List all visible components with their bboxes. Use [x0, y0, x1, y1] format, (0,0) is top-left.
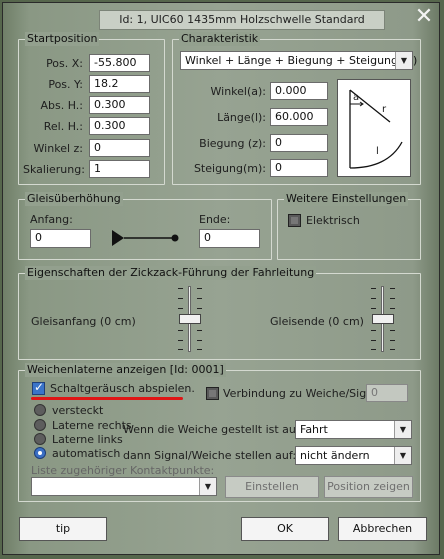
pos-y-input[interactable]: 18.2	[89, 75, 150, 93]
abs-h-label: Abs. H.:	[40, 99, 83, 112]
radio-laterne-rechts-label: Laterne rechts	[52, 419, 132, 432]
red-underline	[31, 397, 183, 400]
skalierung-input[interactable]: 1	[89, 160, 150, 178]
pos-x-input[interactable]: -55.800	[89, 54, 150, 72]
geometry-diagram: a r l	[337, 79, 411, 177]
abbrechen-button[interactable]: Abbrechen	[338, 517, 427, 541]
dialog-window: Id: 1, UIC60 1435mm Holzschwelle Standar…	[2, 2, 440, 555]
dann-label: dann Signal/Weiche stellen auf:	[123, 449, 297, 462]
tip-button[interactable]: tip	[19, 517, 107, 541]
ok-button[interactable]: OK	[241, 517, 329, 541]
dann-select-value: nicht ändern	[300, 449, 370, 462]
gleisanfang-label: Gleisanfang (0 cm)	[31, 315, 136, 328]
verbindung-label: Verbindung zu Weiche/Signal	[223, 387, 383, 400]
curve-diagram-icon	[349, 89, 403, 169]
startposition-title: Startposition	[25, 32, 100, 46]
biegung-label: Biegung (z):	[199, 137, 266, 150]
ende-input[interactable]: 0	[199, 229, 260, 248]
gleis-title: Gleisüberhöhung	[25, 192, 123, 206]
kontakt-label: Liste zugehöriger Kontaktpunkte:	[31, 464, 215, 477]
gleisanfang-slider-thumb[interactable]	[179, 314, 201, 324]
charakteristik-select[interactable]: Winkel + Länge + Biegung + Steigung(m) ▼	[180, 51, 417, 70]
gleisende-slider[interactable]	[368, 286, 398, 352]
steigung-input[interactable]: 0	[270, 159, 328, 177]
radio-laterne-links[interactable]	[34, 433, 46, 445]
laenge-input[interactable]: 60.000	[270, 108, 328, 126]
radio-versteckt-label: versteckt	[52, 404, 104, 417]
radio-automatisch[interactable]	[34, 447, 46, 459]
diagram-label-l: l	[376, 146, 379, 157]
gleisanfang-slider[interactable]	[175, 286, 205, 352]
gleisende-label: Gleisende (0 cm)	[270, 315, 364, 328]
wenn-label: Wenn die Weiche gestellt ist auf:	[123, 423, 304, 436]
wenn-select-value: Fahrt	[300, 423, 328, 436]
window-title: Id: 1, UIC60 1435mm Holzschwelle Standar…	[99, 10, 385, 30]
biegung-input[interactable]: 0	[270, 134, 328, 152]
diagram-label-a: a	[353, 92, 360, 103]
close-icon[interactable]: ✕	[413, 6, 435, 29]
winkel-a-input[interactable]: 0.000	[270, 82, 328, 100]
winkel-z-label: Winkel z:	[33, 142, 83, 155]
rel-h-input[interactable]: 0.300	[89, 117, 150, 135]
charakteristik-value: Winkel + Länge + Biegung + Steigung(m)	[185, 54, 418, 67]
weitere-group: Weitere Einstellungen	[277, 192, 421, 260]
winkel-a-label: Winkel(a):	[210, 85, 267, 98]
chevron-down-icon[interactable]: ▼	[394, 421, 411, 438]
elektrisch-checkbox[interactable]	[288, 214, 301, 227]
kontakt-select[interactable]: ▼	[31, 477, 217, 496]
abs-h-input[interactable]: 0.300	[89, 96, 150, 114]
chevron-down-icon[interactable]: ▼	[394, 447, 411, 464]
rel-h-label: Rel. H.:	[43, 120, 83, 133]
ende-label: Ende:	[199, 213, 231, 226]
anfang-label: Anfang:	[30, 213, 73, 226]
radio-versteckt[interactable]	[34, 404, 46, 416]
weitere-title: Weitere Einstellungen	[284, 192, 409, 206]
radio-laterne-links-label: Laterne links	[52, 433, 123, 446]
einstellen-button[interactable]: Einstellen	[225, 476, 319, 498]
dann-select[interactable]: nicht ändern ▼	[295, 446, 412, 465]
anfang-input[interactable]: 0	[30, 229, 91, 248]
diagram-label-r: r	[382, 104, 387, 115]
chevron-down-icon[interactable]: ▼	[395, 52, 412, 69]
schalt-label[interactable]: Schaltgeräusch abspielen.	[50, 382, 195, 395]
schalt-checkbox[interactable]	[32, 380, 45, 395]
zickzack-title: Eigenschaften der Zickzack-Führung der F…	[25, 266, 317, 280]
winkel-z-input[interactable]: 0	[89, 139, 150, 157]
pos-x-label: Pos. X:	[46, 57, 83, 70]
verbindung-input[interactable]: 0	[366, 384, 408, 402]
ueberhoehung-icon	[110, 229, 182, 247]
pos-y-label: Pos. Y:	[48, 78, 83, 91]
gleisende-slider-thumb[interactable]	[372, 314, 394, 324]
chevron-down-icon[interactable]: ▼	[199, 478, 216, 495]
weichen-title: Weichenlaterne anzeigen [Id: 0001]	[25, 363, 226, 377]
skalierung-label: Skalierung:	[23, 163, 85, 176]
laenge-label: Länge(l):	[217, 111, 266, 124]
elektrisch-label: Elektrisch	[306, 214, 360, 227]
steigung-label: Steigung(m):	[193, 162, 266, 175]
radio-automatisch-label: automatisch	[52, 447, 121, 460]
radio-laterne-rechts[interactable]	[34, 419, 46, 431]
verbindung-checkbox[interactable]	[206, 387, 219, 400]
wenn-select[interactable]: Fahrt ▼	[295, 420, 412, 439]
position-zeigen-button[interactable]: Position zeigen	[324, 476, 413, 498]
charakteristik-title: Charakteristik	[179, 32, 261, 46]
